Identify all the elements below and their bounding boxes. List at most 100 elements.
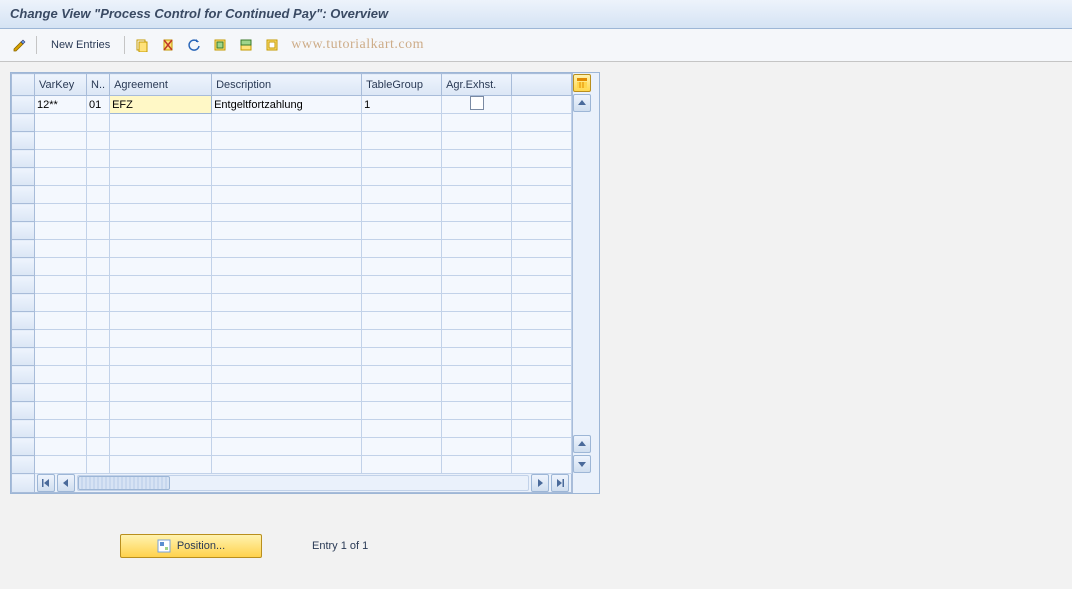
empty-cell[interactable] [512, 420, 572, 438]
empty-cell[interactable] [87, 204, 110, 222]
row-selector[interactable] [12, 114, 35, 132]
empty-cell[interactable] [362, 330, 442, 348]
cell-agrexhst[interactable] [442, 96, 512, 114]
empty-cell[interactable] [362, 276, 442, 294]
row-selector[interactable] [12, 366, 35, 384]
row-selector[interactable] [12, 312, 35, 330]
scroll-first-button[interactable] [37, 474, 55, 492]
empty-cell[interactable] [35, 168, 87, 186]
empty-cell[interactable] [362, 150, 442, 168]
empty-cell[interactable] [87, 330, 110, 348]
empty-cell[interactable] [110, 438, 212, 456]
empty-cell[interactable] [512, 294, 572, 312]
row-selector[interactable] [12, 384, 35, 402]
row-selector[interactable] [12, 438, 35, 456]
empty-cell[interactable] [87, 420, 110, 438]
empty-cell[interactable] [110, 384, 212, 402]
column-header-agrexhst[interactable]: Agr.Exhst. [442, 74, 512, 96]
empty-cell[interactable] [87, 366, 110, 384]
empty-cell[interactable] [442, 330, 512, 348]
empty-cell[interactable] [110, 240, 212, 258]
row-selector[interactable] [12, 222, 35, 240]
empty-cell[interactable] [362, 222, 442, 240]
row-selector[interactable] [12, 258, 35, 276]
row-selector[interactable] [12, 276, 35, 294]
row-selector[interactable] [12, 456, 35, 474]
empty-cell[interactable] [362, 402, 442, 420]
row-selector[interactable] [12, 330, 35, 348]
empty-cell[interactable] [212, 312, 362, 330]
empty-cell[interactable] [362, 366, 442, 384]
empty-cell[interactable] [110, 456, 212, 474]
empty-cell[interactable] [362, 204, 442, 222]
select-all-button[interactable] [209, 34, 231, 56]
empty-cell[interactable] [512, 402, 572, 420]
empty-cell[interactable] [87, 348, 110, 366]
empty-cell[interactable] [87, 240, 110, 258]
empty-cell[interactable] [362, 312, 442, 330]
table-settings-button[interactable] [573, 74, 591, 92]
vertical-scrollbar[interactable] [572, 73, 591, 493]
column-header-varkey[interactable]: VarKey [35, 74, 87, 96]
row-selector[interactable] [12, 204, 35, 222]
select-all-column-header[interactable] [12, 74, 35, 96]
empty-cell[interactable] [512, 258, 572, 276]
empty-cell[interactable] [512, 348, 572, 366]
horizontal-scroll-track[interactable] [77, 475, 529, 491]
agrexhst-checkbox[interactable] [470, 96, 484, 110]
empty-cell[interactable] [212, 384, 362, 402]
empty-cell[interactable] [442, 276, 512, 294]
horizontal-scrollbar[interactable] [35, 474, 571, 492]
delete-button[interactable] [157, 34, 179, 56]
row-selector[interactable] [12, 348, 35, 366]
empty-cell[interactable] [87, 186, 110, 204]
empty-cell[interactable] [442, 294, 512, 312]
empty-cell[interactable] [110, 132, 212, 150]
empty-cell[interactable] [212, 456, 362, 474]
row-selector[interactable] [12, 132, 35, 150]
empty-cell[interactable] [442, 186, 512, 204]
empty-cell[interactable] [87, 438, 110, 456]
empty-cell[interactable] [35, 312, 87, 330]
scroll-up-page-button[interactable] [573, 435, 591, 453]
empty-cell[interactable] [87, 150, 110, 168]
empty-cell[interactable] [512, 366, 572, 384]
deselect-all-button[interactable] [261, 34, 283, 56]
empty-cell[interactable] [35, 348, 87, 366]
empty-cell[interactable] [442, 168, 512, 186]
empty-cell[interactable] [212, 276, 362, 294]
empty-cell[interactable] [35, 132, 87, 150]
empty-cell[interactable] [442, 150, 512, 168]
empty-cell[interactable] [87, 294, 110, 312]
scroll-last-button[interactable] [551, 474, 569, 492]
empty-cell[interactable] [110, 204, 212, 222]
position-button[interactable]: Position... [120, 534, 262, 558]
empty-cell[interactable] [442, 366, 512, 384]
empty-cell[interactable] [35, 456, 87, 474]
row-selector[interactable] [12, 168, 35, 186]
row-selector[interactable] [12, 186, 35, 204]
empty-cell[interactable] [110, 222, 212, 240]
empty-cell[interactable] [212, 240, 362, 258]
empty-cell[interactable] [110, 150, 212, 168]
row-selector[interactable] [12, 240, 35, 258]
empty-cell[interactable] [35, 438, 87, 456]
column-header-tablegroup[interactable]: TableGroup [362, 74, 442, 96]
empty-cell[interactable] [87, 114, 110, 132]
column-header-description[interactable]: Description [212, 74, 362, 96]
empty-cell[interactable] [110, 276, 212, 294]
column-header-agreement[interactable]: Agreement [110, 74, 212, 96]
empty-cell[interactable] [442, 438, 512, 456]
horizontal-scroll-thumb[interactable] [78, 476, 170, 490]
empty-cell[interactable] [212, 222, 362, 240]
empty-cell[interactable] [362, 186, 442, 204]
column-header-n[interactable]: N.. [87, 74, 110, 96]
row-selector[interactable] [12, 402, 35, 420]
cell-description[interactable]: Entgeltfortzahlung [212, 96, 362, 114]
empty-cell[interactable] [87, 168, 110, 186]
empty-cell[interactable] [442, 384, 512, 402]
empty-cell[interactable] [442, 456, 512, 474]
empty-cell[interactable] [442, 222, 512, 240]
empty-cell[interactable] [35, 384, 87, 402]
empty-cell[interactable] [87, 312, 110, 330]
